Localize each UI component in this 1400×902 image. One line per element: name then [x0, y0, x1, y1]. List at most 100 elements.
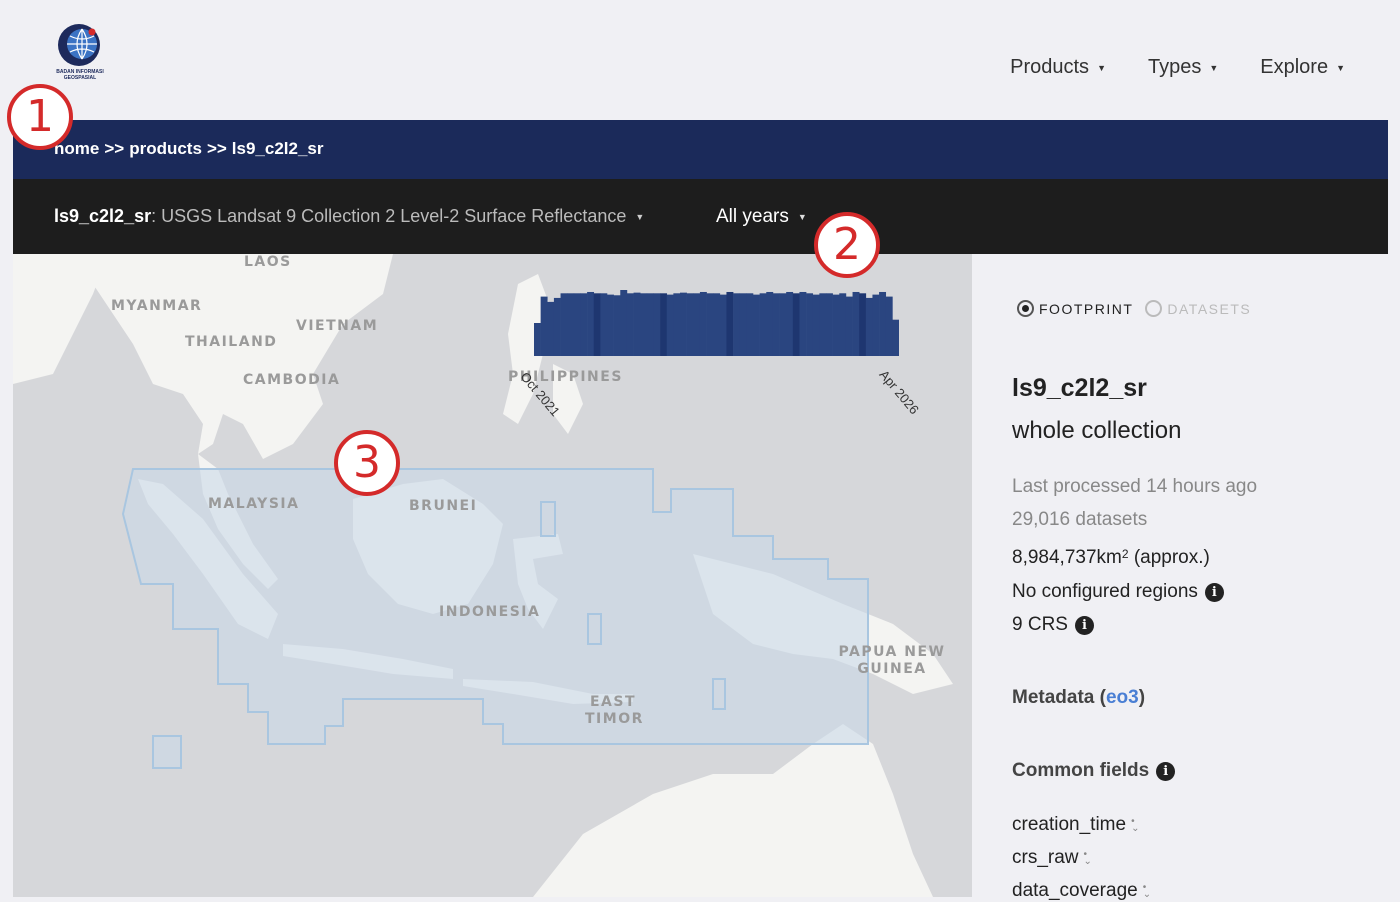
map-label-malaysia: MALAYSIA [208, 496, 300, 512]
breadcrumb-products[interactable]: products [129, 139, 202, 159]
annotation-marker-2: 2 [814, 212, 880, 278]
timeline-bar[interactable] [587, 291, 595, 356]
timeline-bar[interactable] [560, 293, 568, 356]
info-icon[interactable]: i [1204, 582, 1224, 602]
crs-row: 9 CRS i [1012, 614, 1094, 636]
timeline-bar[interactable] [686, 293, 694, 356]
timeline-bar[interactable] [693, 293, 701, 356]
timeline-bar[interactable] [653, 293, 661, 356]
dataset-count[interactable]: 29,016 datasets [1012, 509, 1147, 531]
area-suffix: (approx.) [1128, 547, 1210, 568]
timeline-bar[interactable] [819, 293, 827, 356]
timeline-bar[interactable] [580, 293, 588, 356]
timeline-bar[interactable] [540, 296, 548, 356]
caret-down-icon: ▼ [1336, 62, 1345, 73]
globe-logo-icon [58, 24, 100, 66]
year-label: All years [716, 206, 789, 227]
timeline-bar[interactable] [733, 293, 741, 356]
timeline-bar[interactable] [646, 293, 654, 356]
timeline-histogram[interactable] [534, 284, 899, 356]
timeline-bar[interactable] [806, 293, 814, 356]
field-creation-time[interactable]: creation_time • ⌄ [1012, 814, 1139, 836]
regions-text: No configured regions [1012, 581, 1198, 602]
timeline-bar[interactable] [772, 293, 780, 356]
field-name: crs_raw [1012, 847, 1079, 868]
timeline-bar[interactable] [660, 293, 668, 356]
timeline-bar[interactable] [593, 293, 601, 356]
timeline-bar[interactable] [753, 294, 760, 356]
timeline-bar[interactable] [766, 291, 774, 356]
timeline-bar[interactable] [713, 293, 721, 356]
timeline-bar[interactable] [786, 291, 794, 356]
datasets-label: DATASETS [1167, 300, 1252, 317]
regions-row: No configured regions i [1012, 581, 1224, 603]
timeline-bar[interactable] [832, 294, 840, 356]
sort-icon: • ⌄ [1083, 849, 1092, 867]
field-crs-raw[interactable]: crs_raw • ⌄ [1012, 847, 1092, 869]
timeline-bar[interactable] [746, 293, 754, 356]
common-fields-heading: Common fields i [1012, 760, 1176, 782]
field-name: creation_time [1012, 814, 1127, 835]
timeline-bar[interactable] [706, 293, 714, 356]
info-icon[interactable]: i [1074, 615, 1094, 635]
timeline-bar[interactable] [719, 294, 727, 356]
map-label-papua-new-guinea: PAPUA NEW GUINEA [838, 644, 946, 677]
nav-products[interactable]: Products ▼ [1010, 56, 1106, 79]
year-selector[interactable]: All years ▼ [716, 206, 807, 228]
timeline-bar[interactable] [673, 293, 681, 356]
timeline-bar[interactable] [892, 319, 899, 356]
timeline-bar[interactable] [872, 294, 880, 356]
field-data-coverage[interactable]: data_coverage • ⌄ [1012, 880, 1151, 902]
map-label-myanmar: MYANMAR [111, 298, 203, 314]
timeline-bar[interactable] [739, 293, 747, 356]
radio-unchecked-icon [1145, 300, 1163, 317]
timeline-bar[interactable] [792, 293, 800, 356]
footprint-label: FOOTPRINT [1039, 300, 1134, 317]
metadata-label: Metadata ( [1012, 687, 1106, 708]
timeline-bar[interactable] [553, 297, 561, 356]
map-view[interactable]: LAOS MYANMAR VIETNAM THAILAND CAMBODIA P… [13, 254, 972, 897]
timeline-bar[interactable] [826, 293, 833, 356]
product-selector[interactable]: ls9_c2l2_sr : USGS Landsat 9 Collection … [54, 206, 644, 227]
timeline-bar[interactable] [859, 293, 867, 356]
footprint-radio[interactable]: FOOTPRINT [1017, 300, 1133, 317]
timeline-bar[interactable] [845, 296, 853, 356]
timeline-bar[interactable] [885, 296, 893, 356]
timeline-bar[interactable] [799, 291, 807, 356]
timeline-bar[interactable] [633, 292, 641, 356]
timeline-bar[interactable] [607, 294, 614, 356]
timeline-bar[interactable] [620, 290, 628, 356]
info-icon[interactable]: i [1156, 761, 1176, 781]
top-header: BADAN INFORMASI GEOSPASIAL Products ▼ Typ… [0, 0, 1400, 120]
timeline-bar[interactable] [534, 323, 541, 356]
logo-text: BADAN INFORMASI GEOSPASIAL [56, 69, 104, 81]
timeline-bar[interactable] [666, 294, 674, 356]
breadcrumb: home >> products >> ls9_c2l2_sr [54, 139, 324, 159]
site-logo[interactable]: BADAN INFORMASI GEOSPASIAL [48, 20, 112, 86]
timeline-bar[interactable] [573, 293, 581, 356]
timeline-bar[interactable] [852, 291, 860, 356]
nav-explore[interactable]: Explore ▼ [1260, 56, 1345, 79]
timeline-bar[interactable] [759, 293, 767, 356]
timeline-bar[interactable] [699, 291, 707, 356]
area-row: 8,984,737km 2 (approx.) [1012, 547, 1210, 569]
caret-down-icon: ▼ [635, 211, 645, 222]
timeline-bar[interactable] [567, 293, 575, 356]
timeline-bar[interactable] [779, 293, 787, 356]
timeline-bar[interactable] [726, 291, 734, 356]
timeline-bar[interactable] [640, 293, 648, 356]
timeline-bar[interactable] [879, 291, 887, 356]
nav-types[interactable]: Types ▼ [1148, 56, 1218, 79]
metadata-type-link[interactable]: eo3 [1106, 687, 1139, 708]
timeline-bar[interactable] [812, 294, 820, 356]
timeline-bars [534, 290, 899, 356]
timeline-bar[interactable] [613, 295, 621, 356]
timeline-bar[interactable] [680, 292, 687, 356]
timeline-bar[interactable] [839, 293, 847, 356]
timeline-bar[interactable] [865, 297, 873, 356]
breadcrumb-current: ls9_c2l2_sr [231, 139, 324, 158]
timeline-bar[interactable] [626, 293, 634, 356]
timeline-bar[interactable] [547, 301, 555, 356]
timeline-bar[interactable] [600, 293, 608, 356]
datasets-radio[interactable]: DATASETS [1145, 300, 1251, 317]
